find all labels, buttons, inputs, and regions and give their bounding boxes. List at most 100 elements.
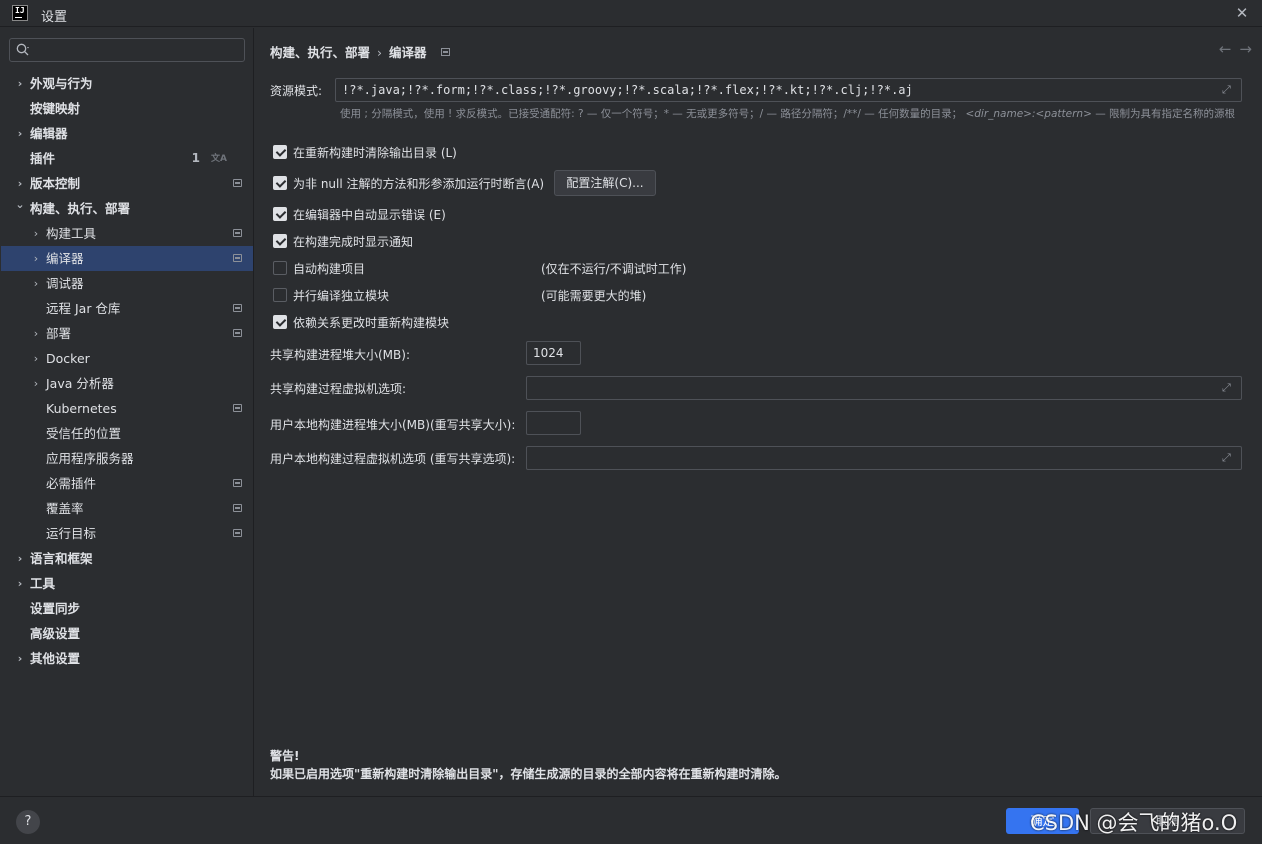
checkbox-label[interactable]: 在重新构建时清除输出目录 (L) bbox=[293, 144, 457, 161]
sidebar-item[interactable]: › Java 分析器 bbox=[1, 371, 253, 396]
expand-icon[interactable]: ⤢ bbox=[1222, 382, 1234, 394]
forward-arrow-icon[interactable]: → bbox=[1239, 40, 1260, 58]
settings-sidebar: › 外观与行为 按键映射 › 编辑器 插件 1 文A › 版本控制 ⌄ 构建、执行、部署 › 构建工具 › 编… bbox=[0, 28, 254, 796]
sidebar-item[interactable]: 运行目标 bbox=[1, 521, 253, 546]
sidebar-item-label: 远程 Jar 仓库 bbox=[46, 301, 121, 316]
checkbox-checked[interactable] bbox=[273, 176, 287, 190]
close-icon[interactable]: ✕ bbox=[1232, 3, 1252, 23]
checkbox-label[interactable]: 并行编译独立模块 bbox=[293, 287, 389, 304]
back-arrow-icon[interactable]: ← bbox=[1219, 40, 1240, 58]
sidebar-item[interactable]: Kubernetes bbox=[1, 396, 253, 421]
sidebar-item[interactable]: › 其他设置 bbox=[1, 646, 253, 671]
sidebar-item-label: 必需插件 bbox=[46, 476, 97, 491]
sidebar-item[interactable]: › 构建工具 bbox=[1, 221, 253, 246]
breadcrumb-parent[interactable]: 构建、执行、部署 bbox=[270, 45, 370, 60]
chevron-right-icon[interactable]: › bbox=[30, 371, 42, 396]
sidebar-item-label: Java 分析器 bbox=[46, 376, 114, 391]
sidebar-item[interactable]: › 工具 bbox=[1, 571, 253, 596]
sidebar-item[interactable]: 插件 1 文A bbox=[1, 146, 253, 171]
sidebar-item[interactable]: 必需插件 bbox=[1, 471, 253, 496]
project-scope-icon bbox=[233, 329, 242, 337]
chevron-right-icon[interactable]: › bbox=[30, 321, 42, 346]
sidebar-item-label: Docker bbox=[46, 351, 90, 366]
chevron-right-icon[interactable]: › bbox=[14, 121, 26, 146]
sidebar-item[interactable]: 受信任的位置 bbox=[1, 421, 253, 446]
checkbox-unchecked[interactable] bbox=[273, 261, 287, 275]
sidebar-item[interactable]: › 语言和框架 bbox=[1, 546, 253, 571]
sidebar-item[interactable]: 按键映射 bbox=[1, 96, 253, 121]
checkbox-unchecked[interactable] bbox=[273, 288, 287, 302]
sidebar-item-label: 运行目标 bbox=[46, 526, 97, 541]
project-scope-icon bbox=[440, 48, 450, 56]
chevron-down-icon[interactable]: ⌄ bbox=[14, 192, 26, 217]
sidebar-item-label: 插件 bbox=[30, 151, 56, 166]
settings-nav-tree: › 外观与行为 按键映射 › 编辑器 插件 1 文A › 版本控制 ⌄ 构建、执行、部署 › 构建工具 › 编… bbox=[1, 71, 253, 671]
chevron-right-icon[interactable]: › bbox=[14, 571, 26, 596]
sidebar-item[interactable]: › 编辑器 bbox=[1, 121, 253, 146]
vm-options-field[interactable]: ⤢ bbox=[526, 376, 1242, 400]
sidebar-item[interactable]: › 外观与行为 bbox=[1, 71, 253, 96]
checkbox-checked[interactable] bbox=[273, 234, 287, 248]
sidebar-item[interactable]: › 调试器 bbox=[1, 271, 253, 296]
sidebar-item[interactable]: 应用程序服务器 bbox=[1, 446, 253, 471]
sidebar-item-label: 调试器 bbox=[46, 276, 84, 291]
configure-annotations-button[interactable]: 配置注解(C)... bbox=[554, 170, 656, 196]
sidebar-item[interactable]: 设置同步 bbox=[1, 596, 253, 621]
project-scope-icon bbox=[233, 229, 242, 237]
checkbox-label[interactable]: 为非 null 注解的方法和形参添加运行时断言(A) bbox=[293, 175, 544, 192]
hint-dir-pattern: <dir_name>:<pattern> bbox=[965, 108, 1092, 120]
user-vm-options-field[interactable]: ⤢ bbox=[526, 446, 1242, 470]
resource-patterns-field[interactable]: !?*.java;!?*.form;!?*.class;!?*.groovy;!… bbox=[335, 78, 1242, 102]
chevron-right-icon[interactable]: › bbox=[14, 546, 26, 571]
checkbox-checked[interactable] bbox=[273, 315, 287, 329]
sidebar-item[interactable]: 高级设置 bbox=[1, 621, 253, 646]
sidebar-item-label: 版本控制 bbox=[30, 176, 81, 191]
expand-icon[interactable]: ⤢ bbox=[1222, 452, 1234, 464]
history-nav: ←→ bbox=[1219, 40, 1260, 58]
sidebar-item[interactable]: ⌄ 构建、执行、部署 bbox=[1, 196, 253, 221]
heap-size-input[interactable]: 1024 bbox=[526, 341, 581, 365]
checkbox-checked[interactable] bbox=[273, 207, 287, 221]
resource-patterns-value: !?*.java;!?*.form;!?*.class;!?*.groovy;!… bbox=[342, 83, 913, 97]
window-title: 设置 bbox=[41, 10, 68, 25]
checkbox-label[interactable]: 在编辑器中自动显示错误 (E) bbox=[293, 206, 446, 223]
project-scope-icon bbox=[233, 504, 242, 512]
heap-size-label: 共享构建进程堆大小(MB): bbox=[270, 348, 410, 362]
chevron-right-icon[interactable]: › bbox=[14, 646, 26, 671]
chevron-right-icon[interactable]: › bbox=[30, 221, 42, 246]
heap-size-value: 1024 bbox=[533, 346, 564, 360]
sidebar-item-label: 设置同步 bbox=[30, 601, 81, 616]
chevron-right-icon[interactable]: › bbox=[30, 271, 42, 296]
sidebar-item[interactable]: › 编译器 bbox=[1, 246, 253, 271]
chevron-right-icon[interactable]: › bbox=[14, 71, 26, 96]
expand-icon[interactable]: ⤢ bbox=[1222, 84, 1234, 96]
option-note: (仅在不运行/不调试时工作) bbox=[541, 262, 687, 276]
checkbox-label[interactable]: 自动构建项目 bbox=[293, 260, 365, 277]
help-button[interactable]: ? bbox=[16, 810, 40, 834]
warning-text: 如果已启用选项"重新构建时清除输出目录"，存储生成源的目录的全部内容将在重新构建… bbox=[270, 767, 787, 781]
resource-patterns-hint: 使用 ; 分隔模式，使用 ! 求反模式。已接受通配符: ? — 仅一个符号；* … bbox=[340, 107, 1245, 122]
project-scope-icon bbox=[233, 479, 242, 487]
sidebar-item[interactable]: › 版本控制 bbox=[1, 171, 253, 196]
sidebar-item-label: 高级设置 bbox=[30, 626, 81, 641]
project-scope-icon bbox=[233, 529, 242, 537]
sidebar-item-label: 受信任的位置 bbox=[46, 426, 122, 441]
sidebar-item-label: 构建工具 bbox=[46, 226, 97, 241]
user-heap-input[interactable] bbox=[526, 411, 581, 435]
checkbox-label[interactable]: 在构建完成时显示通知 bbox=[293, 233, 413, 250]
checkbox-label[interactable]: 依赖关系更改时重新构建模块 bbox=[293, 314, 449, 331]
title-bar: IJ 设置 ✕ bbox=[0, 0, 1262, 27]
hint-tail: — 限制为具有指定名称的源根 bbox=[1091, 108, 1236, 120]
sidebar-item[interactable]: 覆盖率 bbox=[1, 496, 253, 521]
sidebar-item[interactable]: › Docker bbox=[1, 346, 253, 371]
sidebar-item[interactable]: › 部署 bbox=[1, 321, 253, 346]
translate-icon: 文A bbox=[211, 154, 227, 164]
resource-patterns-label: 资源模式: bbox=[270, 84, 323, 98]
chevron-right-icon[interactable]: › bbox=[30, 246, 42, 271]
sidebar-item-label: Kubernetes bbox=[46, 401, 117, 416]
csdn-watermark: CSDN @会飞的猪o.O bbox=[1030, 811, 1238, 835]
checkbox-checked[interactable] bbox=[273, 145, 287, 159]
sidebar-item[interactable]: 远程 Jar 仓库 bbox=[1, 296, 253, 321]
chevron-right-icon[interactable]: › bbox=[30, 346, 42, 371]
settings-search-input[interactable] bbox=[9, 38, 245, 62]
